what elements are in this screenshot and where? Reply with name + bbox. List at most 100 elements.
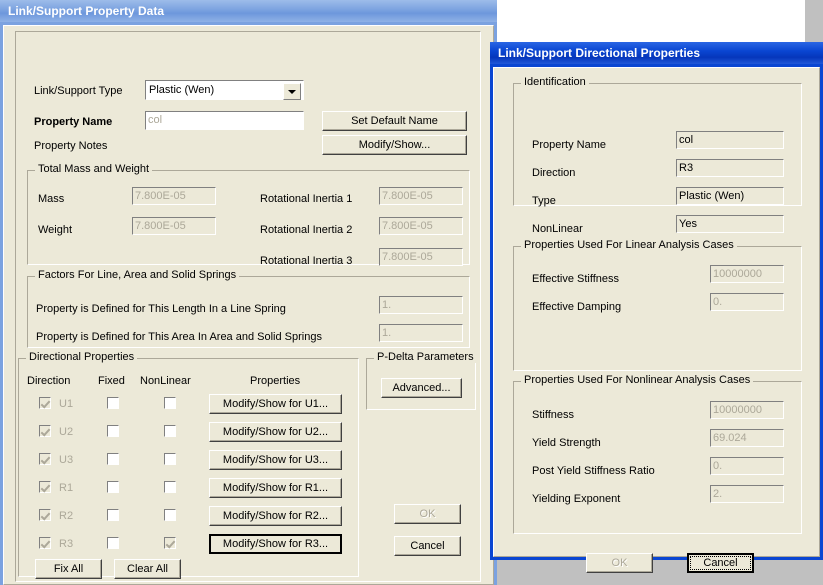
direction-label-r2: R2: [59, 510, 74, 522]
directional-dialog-ok-button[interactable]: OK: [586, 553, 653, 573]
direction-label-r3: R3: [59, 538, 74, 550]
modify-show-u1-button[interactable]: Modify/Show for U1...: [209, 394, 342, 414]
direction-checkbox-u3[interactable]: [39, 453, 51, 465]
rotational-inertia-3-label: Rotational Inertia 3: [260, 255, 353, 267]
nonlinear-checkbox-u3[interactable]: [164, 453, 176, 465]
direction-checkbox-u1[interactable]: [39, 397, 51, 409]
mass-input[interactable]: 7.800E-05: [132, 187, 216, 205]
set-default-name-button[interactable]: Set Default Name: [322, 111, 467, 131]
effective-stiffness-label: Effective Stiffness: [532, 273, 620, 285]
yielding-exponent-input[interactable]: 2.: [710, 485, 784, 503]
nonlinear-column-header: NonLinear: [140, 375, 191, 387]
p-delta-parameters-title: P-Delta Parameters: [374, 352, 477, 363]
directional-dialog-titlebar[interactable]: Link/Support Directional Properties: [490, 42, 823, 64]
id-direction-label: Direction: [532, 167, 576, 179]
property-name-label: Property Name: [34, 116, 113, 128]
factors-for-springs-title: Factors For Line, Area and Solid Springs: [35, 270, 240, 281]
direction-label-u1: U1: [59, 398, 74, 410]
id-type-value[interactable]: Plastic (Wen): [676, 187, 784, 205]
yielding-exponent-label: Yielding Exponent: [532, 493, 621, 505]
nonlinear-checkbox-r3[interactable]: [164, 537, 176, 549]
id-nonlinear-label: NonLinear: [532, 223, 583, 235]
id-property-name-label: Property Name: [532, 139, 606, 151]
property-dialog-client: Link/Support Type Plastic (Wen) Property…: [3, 25, 494, 585]
properties-column-header: Properties: [250, 375, 301, 387]
property-dialog-ok-button[interactable]: OK: [394, 504, 461, 524]
mass-label: Mass: [38, 193, 65, 205]
modify-show-u3-button[interactable]: Modify/Show for U3...: [209, 450, 342, 470]
fixed-checkbox-u3[interactable]: [107, 453, 119, 465]
fixed-checkbox-r2[interactable]: [107, 509, 119, 521]
nonlinear-checkbox-u2[interactable]: [164, 425, 176, 437]
fixed-checkbox-u1[interactable]: [107, 397, 119, 409]
link-support-type-value: Plastic (Wen): [149, 84, 215, 96]
link-support-property-data-window: Link/Support Property Data Link/Support …: [0, 0, 497, 585]
link-support-directional-properties-window: Link/Support Directional Properties Iden…: [490, 42, 823, 573]
directional-dialog-client: Identification Property Name col Directi…: [493, 67, 820, 573]
id-type-label: Type: [532, 195, 556, 207]
weight-input[interactable]: 7.800E-05: [132, 217, 216, 235]
modify-show-r2-button[interactable]: Modify/Show for R2...: [209, 506, 342, 526]
property-notes-label: Property Notes: [34, 140, 108, 152]
direction-checkbox-r3[interactable]: [39, 537, 51, 549]
yield-strength-label: Yield Strength: [532, 437, 601, 449]
property-dialog-cancel-button[interactable]: Cancel: [394, 536, 461, 556]
nonlinear-checkbox-u1[interactable]: [164, 397, 176, 409]
modify-show-notes-button[interactable]: Modify/Show...: [322, 135, 467, 155]
fix-all-button[interactable]: Fix All: [35, 559, 102, 579]
effective-stiffness-input[interactable]: 10000000: [710, 265, 784, 283]
rotational-inertia-1-input[interactable]: 7.800E-05: [379, 187, 463, 205]
rotational-inertia-2-label: Rotational Inertia 2: [260, 224, 353, 236]
direction-checkbox-r1[interactable]: [39, 481, 51, 493]
clear-all-button[interactable]: Clear All: [114, 559, 181, 579]
fixed-checkbox-r3[interactable]: [107, 537, 119, 549]
direction-checkbox-r2[interactable]: [39, 509, 51, 521]
weight-label: Weight: [38, 224, 73, 236]
directional-dialog-cancel-button[interactable]: Cancel: [687, 553, 754, 573]
direction-column-header: Direction: [27, 375, 71, 387]
area-solid-spring-label: Property is Defined for This Area In Are…: [36, 331, 322, 343]
property-dialog-titlebar[interactable]: Link/Support Property Data: [0, 0, 497, 22]
background-app-gray-bottom: [497, 560, 823, 585]
nonlinear-analysis-title: Properties Used For Nonlinear Analysis C…: [521, 375, 754, 386]
rotational-inertia-1-label: Rotational Inertia 1: [260, 193, 353, 205]
advanced-button[interactable]: Advanced...: [381, 378, 462, 398]
id-direction-value[interactable]: R3: [676, 159, 784, 177]
stiffness-label: Stiffness: [532, 409, 574, 421]
post-yield-stiffness-ratio-input[interactable]: 0.: [710, 457, 784, 475]
fixed-column-header: Fixed: [98, 375, 125, 387]
modify-show-r3-button[interactable]: Modify/Show for R3...: [209, 534, 342, 554]
direction-checkbox-u2[interactable]: [39, 425, 51, 437]
nonlinear-checkbox-r1[interactable]: [164, 481, 176, 493]
identification-title: Identification: [521, 77, 589, 88]
modify-show-r1-button[interactable]: Modify/Show for R1...: [209, 478, 342, 498]
effective-damping-input[interactable]: 0.: [710, 293, 784, 311]
post-yield-stiffness-ratio-label: Post Yield Stiffness Ratio: [532, 465, 655, 477]
modify-show-u2-button[interactable]: Modify/Show for U2...: [209, 422, 342, 442]
total-mass-and-weight-title: Total Mass and Weight: [35, 164, 153, 175]
property-name-input[interactable]: col: [145, 111, 304, 130]
rotational-inertia-3-input[interactable]: 7.800E-05: [379, 248, 463, 266]
stiffness-input[interactable]: 10000000: [710, 401, 784, 419]
fixed-checkbox-u2[interactable]: [107, 425, 119, 437]
yield-strength-input[interactable]: 69.024: [710, 429, 784, 447]
chevron-down-icon[interactable]: [283, 83, 301, 100]
area-solid-spring-input[interactable]: 1.: [379, 324, 463, 342]
effective-damping-label: Effective Damping: [532, 301, 622, 313]
linear-analysis-title: Properties Used For Linear Analysis Case…: [521, 240, 737, 251]
property-dialog-title: Link/Support Property Data: [8, 4, 165, 18]
direction-label-u3: U3: [59, 454, 74, 466]
length-line-spring-input[interactable]: 1.: [379, 296, 463, 314]
link-support-type-combo[interactable]: Plastic (Wen): [145, 80, 304, 100]
id-property-name-value[interactable]: col: [676, 131, 784, 149]
link-support-type-label: Link/Support Type: [34, 85, 123, 97]
direction-label-u2: U2: [59, 426, 74, 438]
direction-label-r1: R1: [59, 482, 74, 494]
nonlinear-checkbox-r2[interactable]: [164, 509, 176, 521]
length-line-spring-label: Property is Defined for This Length In a…: [36, 303, 286, 315]
directional-dialog-cancel-label: Cancel: [703, 557, 738, 569]
rotational-inertia-2-input[interactable]: 7.800E-05: [379, 217, 463, 235]
fixed-checkbox-r1[interactable]: [107, 481, 119, 493]
directional-dialog-title: Link/Support Directional Properties: [498, 46, 701, 60]
id-nonlinear-value[interactable]: Yes: [676, 215, 784, 233]
